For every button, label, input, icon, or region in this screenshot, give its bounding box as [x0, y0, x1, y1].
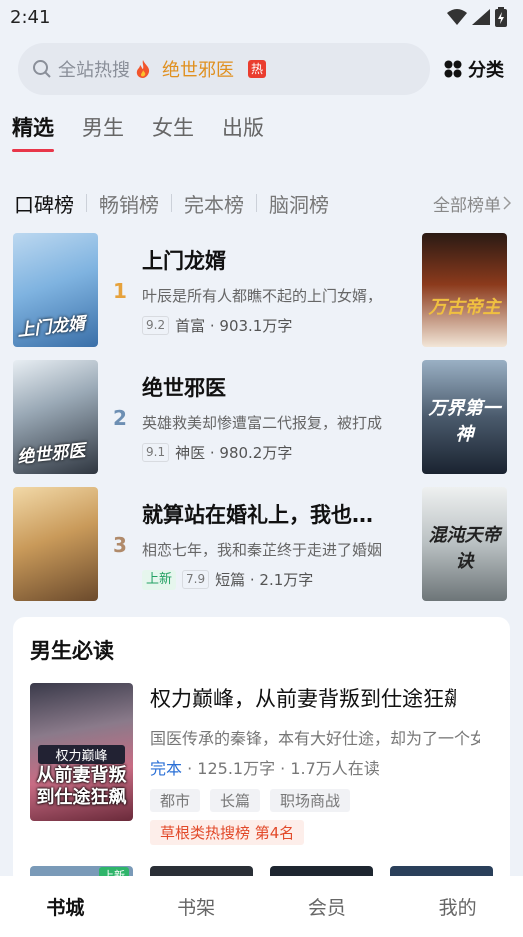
- section-title: 男生必读: [30, 639, 114, 663]
- book-cover[interactable]: 绝世邪医: [13, 360, 98, 474]
- bottom-nav: 书城 书架 会员 我的: [0, 876, 523, 937]
- book-title[interactable]: 绝世邪医: [142, 372, 422, 402]
- all-lists-label: 全部榜单: [433, 195, 501, 216]
- book-desc: 国医传承的秦锋，本有大好仕途，却为了一个女人: [150, 729, 480, 748]
- wifi-icon: [447, 9, 467, 25]
- status-icons: [447, 7, 507, 27]
- rank-number: 1: [113, 278, 127, 303]
- book-title[interactable]: 就算站在婚礼上，我也要跟你分手: [142, 499, 382, 529]
- featured-book[interactable]: 权力巅峰 从前妻背叛到仕途狂飙 权力巅峰，从前妻背叛到仕途狂飙 国医传承的秦锋，…: [30, 683, 493, 845]
- book-info: 权力巅峰，从前妻背叛到仕途狂飙 国医传承的秦锋，本有大好仕途，却为了一个女人 完…: [150, 683, 480, 845]
- cover-title: 上门龙婿: [16, 313, 87, 341]
- side-cover-title: 混沌天帝诀: [428, 525, 501, 572]
- status-time: 2:41: [10, 6, 51, 28]
- main-tabs: 精选 男生 女生 出版: [0, 96, 523, 160]
- rank-tabs: 口碑榜 畅销榜 完本榜 脑洞榜 全部榜单: [0, 188, 523, 218]
- tag[interactable]: 都市: [150, 789, 201, 812]
- cover-title: [17, 587, 94, 595]
- nav-profile[interactable]: 我的: [408, 893, 508, 920]
- rank-tab-reputation[interactable]: 口碑榜: [14, 189, 74, 218]
- book-title[interactable]: 权力巅峰，从前妻背叛到仕途狂飙: [150, 683, 456, 713]
- cover-subtitle: 权力巅峰: [38, 745, 125, 764]
- cover-title: 绝世邪医: [16, 440, 87, 468]
- book-meta-text: 短篇 · 2.1万字: [215, 571, 314, 589]
- cover-title: 从前妻背叛到仕途狂飙: [36, 765, 127, 808]
- book-meta: 上新 7.9 短篇 · 2.1万字: [142, 569, 422, 590]
- book-meta-text: 神医 · 980.2万字: [175, 444, 293, 462]
- tag[interactable]: 职场商战: [270, 789, 351, 812]
- rank-info: 上门龙婿 叶辰是所有人都瞧不起的上门女婿，但谁又能想到 9.2 首富 · 903…: [142, 233, 422, 360]
- rank-item[interactable]: 3 就算站在婚礼上，我也要跟你分手 相恋七年，我和秦芷终于走进了婚姻的殿堂 上新…: [13, 487, 507, 614]
- tab-publishing[interactable]: 出版: [222, 112, 264, 152]
- score-badge: 7.9: [182, 570, 210, 589]
- book-meta: 9.2 首富 · 903.1万字: [142, 315, 422, 336]
- search-row: 全站热搜 绝世邪医 热 分类: [0, 34, 523, 96]
- divider: [86, 194, 87, 212]
- rank-info: 就算站在婚礼上，我也要跟你分手 相恋七年，我和秦芷终于走进了婚姻的殿堂 上新 7…: [142, 487, 422, 614]
- book-meta-text: 首富 · 903.1万字: [175, 317, 293, 335]
- rank-item[interactable]: 上门龙婿 1 上门龙婿 叶辰是所有人都瞧不起的上门女婿，但谁又能想到 9.2 首…: [13, 233, 507, 360]
- rank-number: 3: [113, 532, 127, 557]
- book-title[interactable]: 上门龙婿: [142, 245, 422, 275]
- search-icon: [33, 60, 51, 78]
- all-lists-link[interactable]: 全部榜单: [433, 191, 511, 216]
- category-label: 分类: [468, 60, 504, 81]
- fire-icon: [136, 60, 150, 78]
- score-badge: 9.2: [142, 316, 170, 335]
- category-button[interactable]: 分类: [444, 56, 504, 82]
- rank-tab-bestseller[interactable]: 畅销榜: [99, 189, 159, 218]
- grid-icon: [444, 60, 462, 78]
- tab-female[interactable]: 女生: [152, 112, 194, 152]
- rank-item[interactable]: 绝世邪医 2 绝世邪医 英雄救美却惨遭富二代报复，被打成废人的陈凡 9.1 神医…: [13, 360, 507, 487]
- rank-tab-completed[interactable]: 完本榜: [184, 189, 244, 218]
- book-desc: 相恋七年，我和秦芷终于走进了婚姻的殿堂: [142, 541, 382, 559]
- hot-badge: 热: [248, 60, 267, 78]
- tab-featured[interactable]: 精选: [12, 112, 54, 152]
- side-cover-title: 万界第一神: [428, 398, 501, 445]
- divider: [171, 194, 172, 212]
- search-hot-keyword[interactable]: 绝世邪医: [162, 56, 234, 82]
- search-input[interactable]: 全站热搜 绝世邪医 热: [18, 43, 430, 95]
- side-book-cover[interactable]: 万界第一神: [422, 360, 507, 474]
- book-cover[interactable]: 上门龙婿: [13, 233, 98, 347]
- book-meta: 9.1 神医 · 980.2万字: [142, 442, 422, 463]
- rank-info: 绝世邪医 英雄救美却惨遭富二代报复，被打成废人的陈凡 9.1 神医 · 980.…: [142, 360, 422, 487]
- book-stats: 完本 · 125.1万字 · 1.7万人在读: [150, 755, 480, 779]
- new-badge: 上新: [142, 569, 177, 590]
- status-bar: 2:41: [0, 0, 523, 34]
- book-desc: 英雄救美却惨遭富二代报复，被打成废人的陈凡: [142, 414, 382, 432]
- ranking-badge[interactable]: 草根类热搜榜 第4名: [150, 820, 305, 845]
- battery-icon: [495, 7, 507, 27]
- book-desc: 叶辰是所有人都瞧不起的上门女婿，但谁又能想到: [142, 287, 382, 305]
- tab-male[interactable]: 男生: [82, 112, 124, 152]
- nav-bookshelf[interactable]: 书架: [146, 893, 246, 920]
- tag-list: 都市 长篇 职场商战: [150, 789, 480, 812]
- tag[interactable]: 长篇: [210, 789, 261, 812]
- rank-number: 2: [113, 405, 127, 430]
- search-placeholder: 全站热搜: [58, 60, 130, 81]
- recommend-section: 男生必读 权力巅峰 从前妻背叛到仕途狂飙 权力巅峰，从前妻背叛到仕途狂飙 国医传…: [13, 617, 510, 887]
- side-book-cover[interactable]: 混沌天帝诀: [422, 487, 507, 601]
- book-stats-text: · 125.1万字 · 1.7万人在读: [187, 759, 380, 778]
- chevron-right-icon: [503, 196, 511, 210]
- book-cover[interactable]: [13, 487, 98, 601]
- book-cover[interactable]: 权力巅峰 从前妻背叛到仕途狂飙: [30, 683, 133, 821]
- signal-icon: [472, 9, 490, 25]
- nav-membership[interactable]: 会员: [277, 893, 377, 920]
- rank-tab-imaginative[interactable]: 脑洞榜: [269, 189, 329, 218]
- nav-bookstore[interactable]: 书城: [15, 893, 115, 920]
- divider: [256, 194, 257, 212]
- side-book-cover[interactable]: 万古帝主: [422, 233, 507, 347]
- book-status: 完本: [150, 759, 183, 778]
- side-cover-title: 万古帝主: [428, 297, 501, 318]
- rank-list: 上门龙婿 1 上门龙婿 叶辰是所有人都瞧不起的上门女婿，但谁又能想到 9.2 首…: [0, 233, 523, 614]
- score-badge: 9.1: [142, 443, 170, 462]
